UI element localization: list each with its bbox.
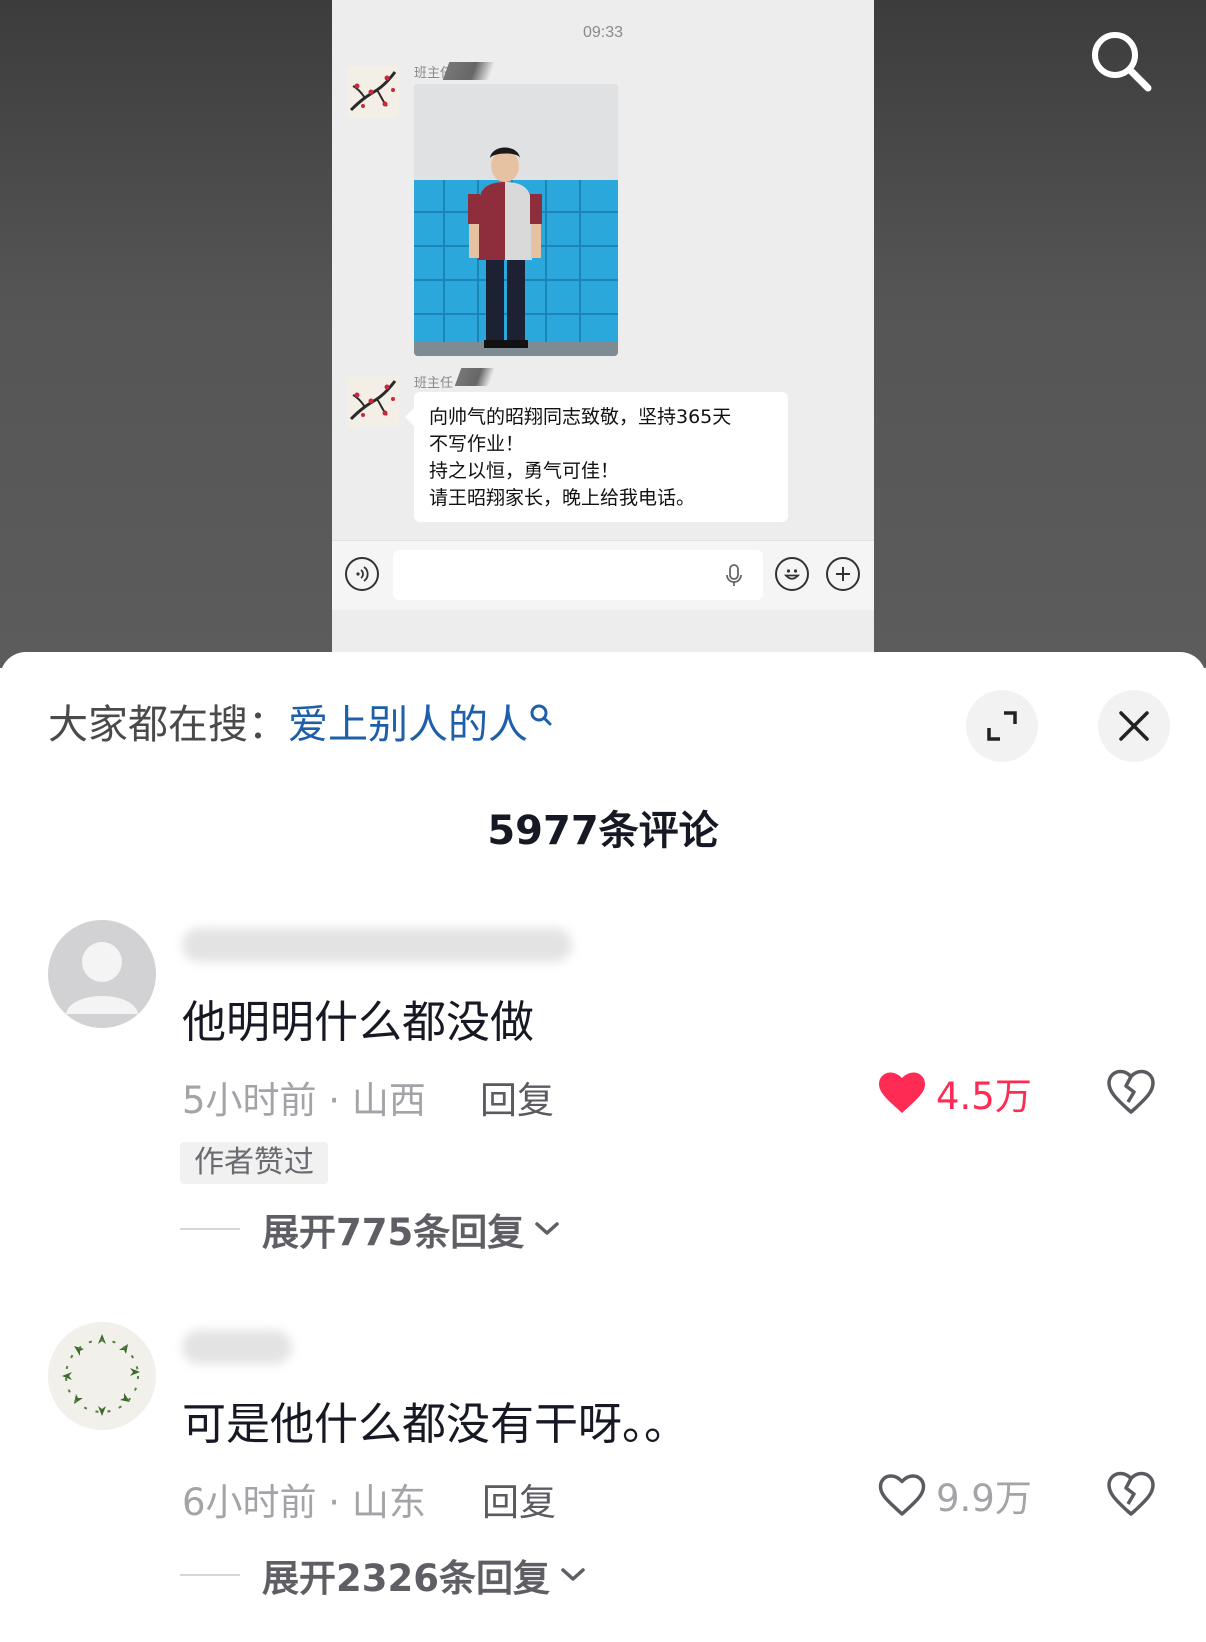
mic-icon[interactable] xyxy=(725,564,743,588)
like-count: 9.9万 xyxy=(936,1477,1032,1520)
chat-photo[interactable] xyxy=(414,84,618,356)
like-count: 4.5万 xyxy=(936,1075,1032,1118)
expand-replies[interactable]: 展开2326条回复 xyxy=(180,1548,588,1602)
hot-search-term[interactable]: 爱上别人的人 xyxy=(288,702,528,748)
chat-text-input[interactable] xyxy=(393,550,763,600)
message-line: 请王昭翔家长，晚上给我电话。 xyxy=(429,487,696,509)
comment-meta: 5小时前 · 山西 xyxy=(182,1079,426,1122)
comment-count: 5977条评论 xyxy=(487,808,719,854)
hot-search-prefix: 大家都在搜： xyxy=(48,702,288,748)
hot-search-small-search-icon xyxy=(530,704,552,726)
avatar[interactable] xyxy=(48,920,156,1028)
divider xyxy=(180,1574,240,1576)
message-bubble[interactable]: 向帅气的昭翔同志致敬，坚持365天 不写作业！ 持之以恒，勇气可佳！ 请王昭翔家… xyxy=(405,392,788,522)
name-redaction xyxy=(442,62,496,80)
divider xyxy=(180,1228,240,1230)
sender-avatar xyxy=(347,66,399,118)
expand-replies[interactable]: 展开775条回复 xyxy=(180,1202,562,1256)
chat-time: 09:33 xyxy=(582,24,624,41)
message-line: 向帅气的昭翔同志致敬，坚持365天 xyxy=(429,406,732,428)
message-line: 持之以恒，勇气可佳！ xyxy=(429,460,620,482)
like-button[interactable]: 4.5万 xyxy=(878,1066,1032,1120)
comment-meta: 6小时前 · 山东 xyxy=(182,1481,426,1524)
comment-sheet: 大家都在搜：爱上别人的人 5977条评论 他明明什么都没做 5小时前 · 山西 … xyxy=(0,652,1206,1642)
close-icon[interactable] xyxy=(1098,690,1170,762)
sender-avatar xyxy=(347,375,399,427)
emoji-icon[interactable] xyxy=(775,557,809,591)
expand-icon[interactable] xyxy=(966,690,1038,762)
name-redaction xyxy=(454,368,496,386)
comment-time: 5小时前 xyxy=(182,1079,317,1122)
username-redacted[interactable] xyxy=(182,1330,292,1364)
comment-time: 6小时前 xyxy=(182,1481,317,1524)
username-redacted[interactable] xyxy=(182,928,572,962)
heart-icon xyxy=(878,1474,926,1516)
reply-button[interactable]: 回复 xyxy=(480,1070,554,1124)
broken-heart-icon[interactable] xyxy=(1106,1470,1156,1520)
plus-icon[interactable] xyxy=(826,557,860,591)
comment-location: 山西 xyxy=(351,1079,426,1122)
comment-text: 他明明什么都没做 xyxy=(182,997,534,1048)
avatar[interactable] xyxy=(48,1322,156,1430)
broken-heart-icon[interactable] xyxy=(1106,1068,1156,1118)
comment-text: 可是他什么都没有干呀。。 xyxy=(182,1399,688,1450)
sender-name: 班主任 xyxy=(414,376,454,391)
chat-screenshot: 09:33 班主任 班主任 向帅气的昭翔同志致敬，坚持365天 不写作业！ 持之… xyxy=(332,0,874,668)
voice-icon[interactable] xyxy=(345,557,379,591)
message-line: 不写作业！ xyxy=(429,433,525,455)
like-button[interactable]: 9.9万 xyxy=(878,1468,1032,1522)
search-icon[interactable] xyxy=(1086,26,1156,96)
chevron-down-icon xyxy=(535,1222,559,1235)
chevron-down-icon xyxy=(561,1568,585,1581)
chat-input-bar xyxy=(332,540,874,610)
heart-icon xyxy=(879,1072,925,1113)
author-liked-badge: 作者赞过 xyxy=(180,1142,328,1184)
comment-location: 山东 xyxy=(351,1481,426,1524)
expand-replies-label: 展开775条回复 xyxy=(262,1211,525,1254)
reply-button[interactable]: 回复 xyxy=(482,1472,556,1526)
expand-replies-label: 展开2326条回复 xyxy=(262,1557,550,1600)
hot-search-bar[interactable]: 大家都在搜：爱上别人的人 xyxy=(48,700,554,750)
